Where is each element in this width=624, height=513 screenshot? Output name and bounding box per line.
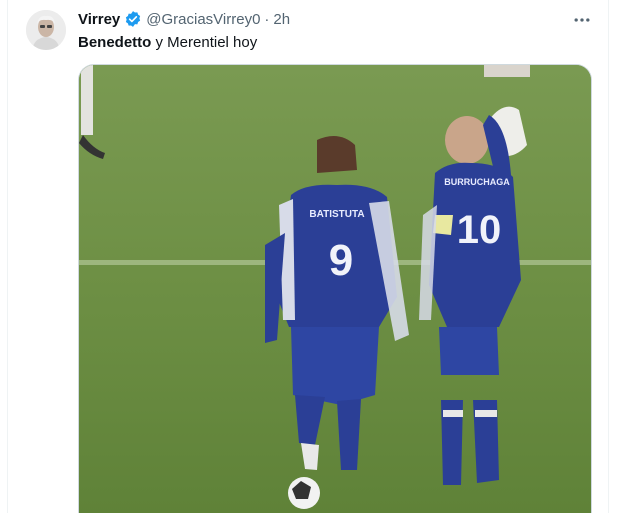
shirt-name-10: BURRUCHAGA [444, 177, 510, 187]
shirt-name-9: BATISTUTA [309, 209, 364, 220]
separator-dot: · [264, 10, 270, 28]
author-handle[interactable]: @GraciasVirrey0 [146, 11, 260, 28]
tweet-timestamp[interactable]: 2h [273, 11, 290, 28]
more-options-icon[interactable] [570, 8, 594, 32]
verified-badge-icon [124, 10, 142, 28]
shirt-number-9: 9 [329, 236, 353, 285]
tweet-text-rest: y Merentiel hoy [151, 34, 258, 51]
tweet-text-bold: Benedetto [78, 34, 152, 51]
video-frame: BATISTUTA 9 BURRUCHAGA 10 [79, 65, 591, 513]
shirt-number-10: 10 [457, 208, 502, 252]
tweet-header: Virrey @GraciasVirrey0 · 2h [78, 9, 290, 29]
tweet[interactable]: Virrey @GraciasVirrey0 · 2h Benedetto y … [0, 0, 624, 513]
tweet-video[interactable]: BATISTUTA 9 BURRUCHAGA 10 [78, 64, 592, 513]
author-name[interactable]: Virrey [78, 11, 120, 28]
avatar[interactable] [26, 10, 66, 50]
tweet-text: Benedetto y Merentiel hoy [78, 33, 257, 53]
